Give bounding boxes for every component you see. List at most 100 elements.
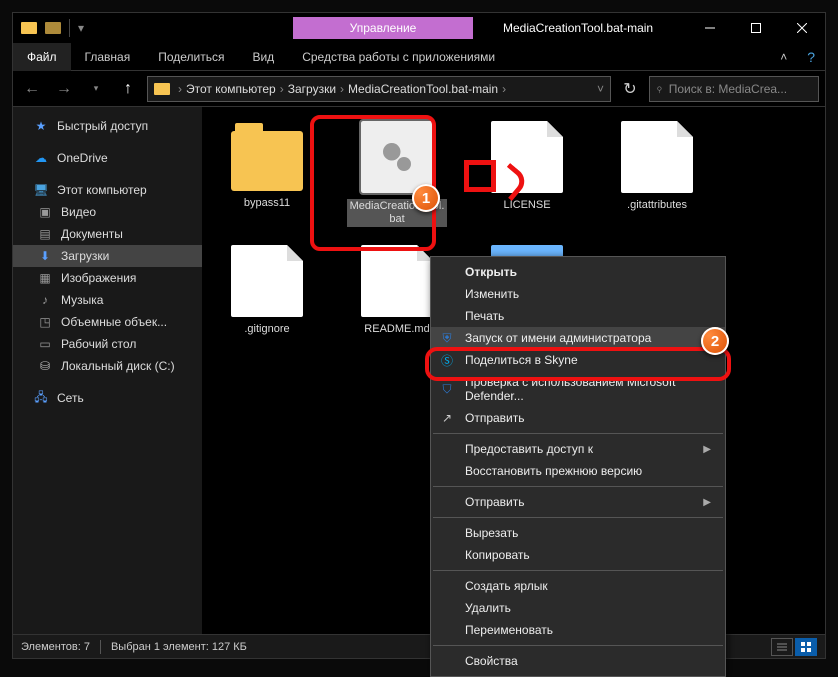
file-icon — [621, 121, 693, 193]
cube-icon: ◳ — [37, 314, 53, 330]
qat-icon[interactable] — [45, 22, 61, 34]
sidebar-item-3dobjects[interactable]: ◳Объемные объек... — [13, 311, 202, 333]
file-label: .gitattributes — [627, 199, 687, 212]
search-icon: ⌕ — [652, 81, 667, 96]
ctx-share[interactable]: ↗Отправить — [431, 407, 725, 429]
tab-apptools[interactable]: Средства работы с приложениями — [288, 50, 509, 64]
ctx-separator — [433, 433, 723, 434]
ctx-separator — [433, 645, 723, 646]
nav-up-button[interactable]: ↑ — [115, 76, 141, 102]
ctx-give-access[interactable]: Предоставить доступ к▶ — [431, 438, 725, 460]
maximize-button[interactable] — [733, 13, 779, 43]
app-icon — [21, 22, 37, 34]
sidebar-item-quickaccess[interactable]: ★Быстрый доступ — [13, 115, 202, 137]
contextual-tab-manage[interactable]: Управление — [293, 17, 473, 39]
breadcrumb-part[interactable]: MediaCreationTool.bat-main — [348, 82, 498, 96]
sidebar-item-pictures[interactable]: ▦Изображения — [13, 267, 202, 289]
sidebar-item-localdisk[interactable]: ⛁Локальный диск (C:) — [13, 355, 202, 377]
sidebar-item-desktop[interactable]: ▭Рабочий стол — [13, 333, 202, 355]
gear-icon — [376, 136, 418, 178]
skype-icon: Ⓢ — [439, 352, 455, 368]
defender-icon: ⛉ — [439, 381, 455, 397]
desktop-icon: ▭ — [37, 336, 53, 352]
nav-recent-button[interactable]: ▾ — [83, 76, 109, 102]
ctx-separator — [433, 517, 723, 518]
close-button[interactable] — [779, 13, 825, 43]
help-icon[interactable]: ? — [797, 49, 825, 65]
address-bar: ← → ▾ ↑ › Этот компьютер › Загрузки › Me… — [13, 71, 825, 107]
ctx-separator — [433, 486, 723, 487]
sidebar-item-videos[interactable]: ▣Видео — [13, 201, 202, 223]
nav-forward-button: → — [51, 76, 77, 102]
status-selection: Выбран 1 элемент: 127 КБ — [111, 641, 247, 653]
titlebar: ▾ Управление MediaCreationTool.bat-main — [13, 13, 825, 43]
ctx-properties[interactable]: Свойства — [431, 650, 725, 672]
star-icon: ★ — [33, 118, 49, 134]
tab-share[interactable]: Поделиться — [144, 50, 238, 64]
context-menu: Открыть Изменить Печать ⛨Запуск от имени… — [430, 256, 726, 677]
share-icon: ↗ — [439, 410, 455, 426]
chevron-right-icon: ▶ — [703, 444, 711, 455]
status-count: Элементов: 7 — [21, 641, 90, 653]
file-label: bypass11 — [244, 197, 290, 210]
annotation-badge-2: 2 — [701, 327, 729, 355]
navigation-pane: ★Быстрый доступ ☁OneDrive 🖥Этот компьюте… — [13, 107, 203, 634]
view-details-button[interactable] — [771, 638, 793, 656]
sidebar-item-music[interactable]: ♪Музыка — [13, 289, 202, 311]
onedrive-icon: ☁ — [33, 150, 49, 166]
ctx-runas-admin[interactable]: ⛨Запуск от имени администратора — [431, 327, 725, 349]
breadcrumb-dropdown-icon[interactable]: ˅ — [597, 82, 604, 96]
minimize-button[interactable] — [687, 13, 733, 43]
ctx-edit[interactable]: Изменить — [431, 283, 725, 305]
sidebar-item-downloads[interactable]: ⬇Загрузки — [13, 245, 202, 267]
document-icon: ▤ — [37, 226, 53, 242]
video-icon: ▣ — [37, 204, 53, 220]
file-icon — [231, 245, 303, 317]
ctx-print[interactable]: Печать — [431, 305, 725, 327]
view-icons-button[interactable] — [795, 638, 817, 656]
ctx-copy[interactable]: Копировать — [431, 544, 725, 566]
file-item-bat[interactable]: MediaCreationTool.bat — [347, 121, 447, 227]
file-label: README.md — [364, 323, 429, 336]
ctx-restore[interactable]: Восстановить прежнюю версию — [431, 460, 725, 482]
breadcrumb-part[interactable]: Этот компьютер — [186, 82, 276, 96]
window-title: MediaCreationTool.bat-main — [473, 21, 687, 35]
ctx-open[interactable]: Открыть — [431, 261, 725, 283]
ctx-skype[interactable]: ⓈПоделиться в Skynе — [431, 349, 725, 371]
breadcrumb[interactable]: › Этот компьютер › Загрузки › MediaCreat… — [147, 76, 611, 102]
ctx-rename[interactable]: Переименовать — [431, 619, 725, 641]
refresh-button[interactable]: ↻ — [617, 79, 643, 99]
chevron-right-icon: ▶ — [703, 497, 711, 508]
sidebar-item-onedrive[interactable]: ☁OneDrive — [13, 147, 202, 169]
tab-view[interactable]: Вид — [238, 50, 288, 64]
file-item[interactable]: .gitignore — [217, 245, 317, 336]
music-icon: ♪ — [37, 292, 53, 308]
ctx-cut[interactable]: Вырезать — [431, 522, 725, 544]
file-item-folder[interactable]: bypass11 — [217, 121, 317, 227]
shield-icon: ⛨ — [439, 330, 455, 346]
breadcrumb-part[interactable]: Загрузки — [288, 82, 336, 96]
monitor-icon: 🖥 — [33, 182, 49, 198]
nav-back-button[interactable]: ← — [19, 76, 45, 102]
pictures-icon: ▦ — [37, 270, 53, 286]
download-icon: ⬇ — [37, 248, 53, 264]
file-item[interactable]: .gitattributes — [607, 121, 707, 227]
annotation-badge-1: 1 — [412, 184, 440, 212]
search-input[interactable]: ⌕ Поиск в: MediaCrea... — [649, 76, 819, 102]
ctx-delete[interactable]: Удалить — [431, 597, 725, 619]
sidebar-item-thispc[interactable]: 🖥Этот компьютер — [13, 179, 202, 201]
ctx-defender[interactable]: ⛉Проверка с использованием Microsoft Def… — [431, 371, 725, 407]
ribbon-collapse-icon[interactable]: ˄ — [770, 50, 797, 64]
sidebar-item-network[interactable]: 🖧Сеть — [13, 387, 202, 409]
ctx-shortcut[interactable]: Создать ярлык — [431, 575, 725, 597]
sidebar-item-documents[interactable]: ▤Документы — [13, 223, 202, 245]
ctx-separator — [433, 570, 723, 571]
network-icon: 🖧 — [33, 390, 49, 406]
ctx-sendto[interactable]: Отправить▶ — [431, 491, 725, 513]
disk-icon: ⛁ — [37, 358, 53, 374]
bat-icon — [361, 121, 433, 193]
tab-file[interactable]: Файл — [13, 43, 71, 71]
folder-icon — [154, 83, 170, 95]
tab-home[interactable]: Главная — [71, 50, 145, 64]
file-icon — [361, 245, 433, 317]
